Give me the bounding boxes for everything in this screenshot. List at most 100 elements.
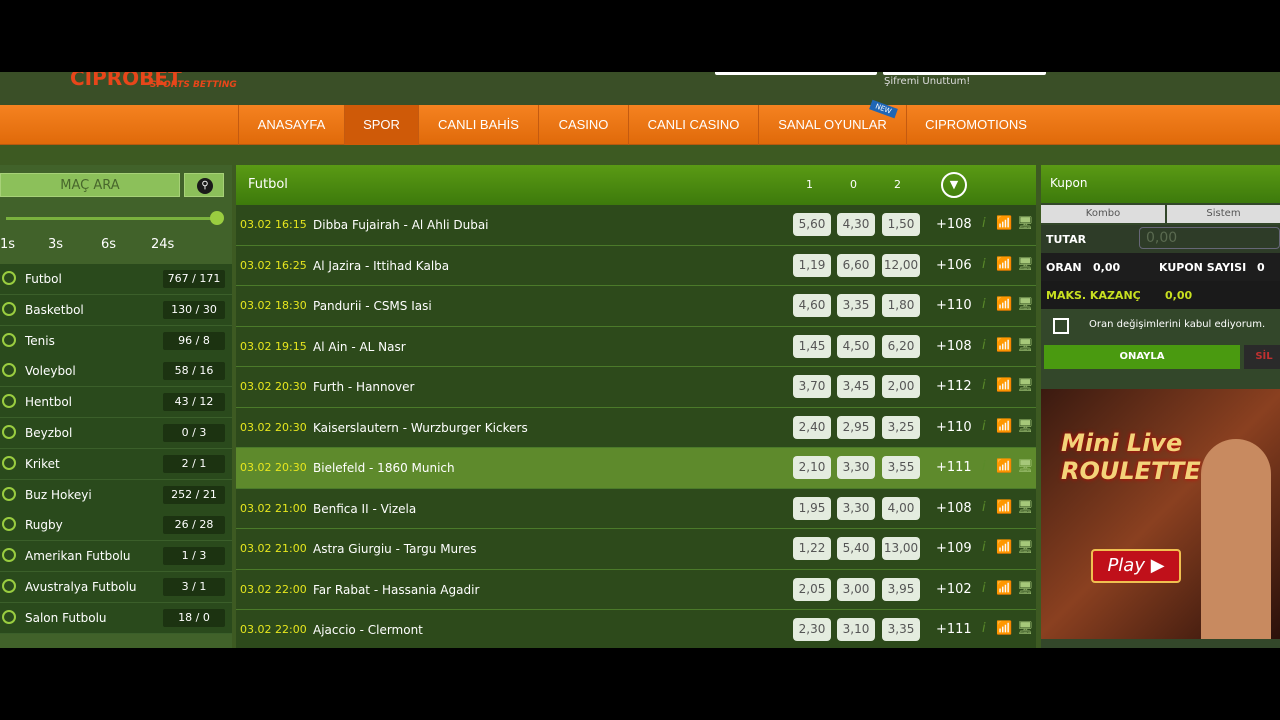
password-input[interactable] [883,72,1046,75]
odds-button[interactable]: 1,45 [793,334,831,358]
live-tv-icon[interactable]: 🖥 [1017,338,1034,353]
odds-button[interactable]: 12,00 [882,253,920,277]
collapse-chevron-icon[interactable]: ▼ [941,172,967,198]
match-name[interactable]: Far Rabat - Hassania Agadir [313,583,479,597]
match-name[interactable]: Ajaccio - Clermont [313,623,423,637]
time-slider[interactable] [6,217,218,220]
info-icon[interactable]: i [982,419,986,434]
nav-canli-bahi̇s[interactable]: CANLI BAHİS [418,105,538,145]
sidebar-item-kriket[interactable]: Kriket 2 / 1 [0,448,232,480]
slider-tick[interactable]: 3s [48,237,63,252]
info-icon[interactable]: i [982,216,986,231]
odds-button[interactable]: 3,00 [837,577,875,601]
info-icon[interactable]: i [982,297,986,312]
sidebar-item-buz-hokeyi[interactable]: Buz Hokeyi 252 / 21 [0,479,232,511]
sidebar-item-salon-futbolu[interactable]: Salon Futbolu 18 / 0 [0,602,232,634]
stats-icon[interactable]: 📶 [996,216,1012,231]
odds-button[interactable]: 2,00 [882,375,920,398]
stats-icon[interactable]: 📶 [996,419,1012,434]
odds-button[interactable]: 2,95 [837,415,875,439]
odds-button[interactable]: 1,80 [882,294,920,317]
match-row[interactable]: 03.02 20:30 Kaiserslautern - Wurzburger K… [236,407,1036,448]
confirm-button[interactable]: ONAYLA [1044,345,1240,369]
sidebar-item-voleybol[interactable]: Voleybol 58 / 16 [0,356,232,388]
match-name[interactable]: Bielefeld - 1860 Munich [313,461,455,475]
odds-button[interactable]: 1,50 [882,213,920,236]
match-search-input[interactable]: MAÇ ARA [0,173,180,197]
match-row[interactable]: 03.02 22:00 Far Rabat - Hassania Agadir 2,… [236,569,1036,610]
more-bets-link[interactable]: +110 [936,298,972,313]
live-tv-icon[interactable]: 🖥 [1017,257,1034,272]
odds-button[interactable]: 1,19 [793,253,831,277]
more-bets-link[interactable]: +111 [936,460,972,475]
sidebar-item-avustralya-futbolu[interactable]: Avustralya Futbolu 3 / 1 [0,572,232,603]
odds-button[interactable]: 2,05 [793,577,831,601]
match-row[interactable]: 03.02 16:15 Dibba Fujairah - Al Ahli Duba… [236,205,1036,246]
match-row[interactable]: 03.02 18:30 Pandurii - CSMS Iasi 4,60 3,35 1… [236,286,1036,327]
info-icon[interactable]: i [982,257,986,272]
odds-button[interactable]: 2,30 [793,618,831,641]
accept-odds-checkbox[interactable] [1053,318,1069,334]
more-bets-link[interactable]: +102 [936,582,972,597]
match-name[interactable]: Dibba Fujairah - Al Ahli Dubai [313,218,489,232]
odds-button[interactable]: 3,95 [882,577,920,601]
delete-button[interactable]: SİL [1244,345,1280,369]
stats-icon[interactable]: 📶 [996,459,1012,474]
odds-button[interactable]: 3,25 [882,415,920,439]
live-tv-icon[interactable]: 🖥 [1017,621,1034,636]
more-bets-link[interactable]: +109 [936,541,972,556]
sidebar-item-rugby[interactable]: Rugby 26 / 28 [0,510,232,542]
odds-button[interactable]: 2,40 [793,415,831,439]
more-bets-link[interactable]: +106 [936,258,972,273]
sidebar-item-tenis[interactable]: Tenis 96 / 8 [0,325,232,357]
odds-button[interactable]: 3,35 [837,294,875,317]
info-icon[interactable]: i [982,338,986,353]
more-bets-link[interactable]: +108 [936,217,972,232]
odds-button[interactable]: 3,10 [837,618,875,641]
more-bets-link[interactable]: +108 [936,501,972,516]
info-icon[interactable]: i [982,459,986,474]
tab-kombo[interactable]: Kombo [1041,205,1165,223]
info-icon[interactable]: i [982,378,986,393]
sidebar-item-amerikan-futbolu[interactable]: Amerikan Futbolu 1 / 3 [0,541,232,573]
match-row[interactable]: 03.02 16:25 Al Jazira - Ittihad Kalba 1,19… [236,245,1036,286]
nav-canli-casino[interactable]: CANLI CASINO [628,105,758,145]
match-row[interactable]: 03.02 21:00 Astra Giurgiu - Targu Mures 1,… [236,529,1036,570]
odds-button[interactable]: 3,55 [882,456,920,479]
info-icon[interactable]: i [982,500,986,515]
slider-handle[interactable] [210,211,224,225]
match-name[interactable]: Benfica II - Vizela [313,502,416,516]
odds-button[interactable]: 1,22 [793,537,831,560]
slider-tick[interactable]: 1s [0,237,15,252]
tab-sistem[interactable]: Sistem [1167,205,1280,223]
info-icon[interactable]: i [982,540,986,555]
odds-button[interactable]: 5,60 [793,213,831,236]
nav-casino[interactable]: CASINO [538,105,628,145]
odds-button[interactable]: 3,35 [882,618,920,641]
match-row[interactable]: 03.02 22:00 Ajaccio - Clermont 2,30 3,10 3,3… [236,610,1036,648]
sidebar-item-futbol[interactable]: Futbol 767 / 171 [0,264,232,295]
match-row[interactable]: 03.02 19:15 Al Ain - AL Nasr 1,45 4,50 6,20 +… [236,326,1036,367]
live-tv-icon[interactable]: 🖥 [1017,459,1034,474]
play-button[interactable]: Play ▶ [1091,549,1181,583]
info-icon[interactable]: i [982,581,986,596]
match-name[interactable]: Al Jazira - Ittihad Kalba [313,259,449,273]
live-tv-icon[interactable]: 🖥 [1017,419,1034,434]
odds-button[interactable]: 3,45 [837,375,875,398]
match-name[interactable]: Kaiserslautern - Wurzburger Kickers [313,421,528,435]
match-row[interactable]: 03.02 20:30 Bielefeld - 1860 Munich 2,10 3,… [236,448,1036,489]
odds-button[interactable]: 3,30 [837,496,875,520]
stake-input[interactable]: 0,00 [1139,227,1280,249]
username-input[interactable] [715,72,877,75]
sidebar-item-beyzbol[interactable]: Beyzbol 0 / 3 [0,418,232,449]
odds-button[interactable]: 6,20 [882,334,920,358]
stats-icon[interactable]: 📶 [996,338,1012,353]
search-button[interactable]: ⚲ [184,173,224,197]
forgot-password-link[interactable]: Şifremi Unuttum! [884,76,970,87]
odds-button[interactable]: 5,40 [837,537,875,560]
odds-button[interactable]: 2,10 [793,456,831,479]
live-tv-icon[interactable]: 🖥 [1017,378,1034,393]
odds-button[interactable]: 3,70 [793,375,831,398]
stats-icon[interactable]: 📶 [996,581,1012,596]
nav-cipromotions[interactable]: CIPROMOTIONS [906,105,1045,145]
